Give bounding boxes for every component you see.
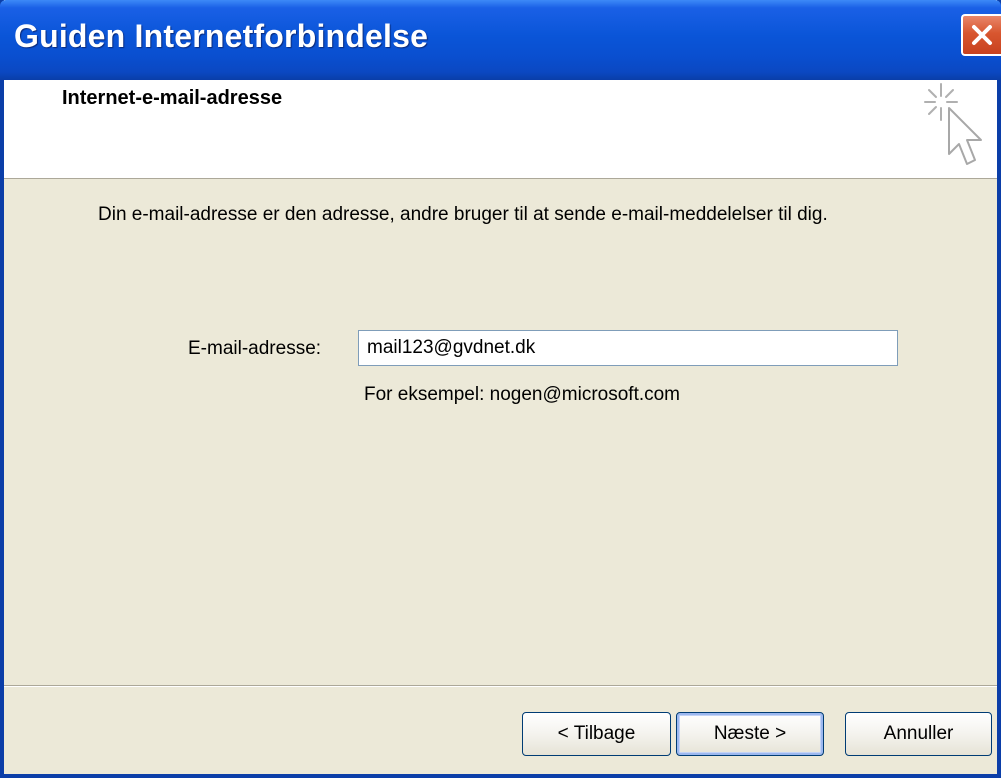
header-panel: Internet-e-mail-adresse [4,80,997,179]
cancel-button[interactable]: Annuller [845,712,992,756]
divider [4,685,997,687]
title-bar[interactable]: Guiden Internetforbindelse [0,0,1001,80]
email-field[interactable] [358,330,898,366]
next-button[interactable]: Næste > [676,712,824,756]
wizard-cursor-icon [919,80,991,177]
page-title: Internet-e-mail-adresse [62,87,283,109]
description-text: Din e-mail-adresse er den adresse, andre… [98,204,828,225]
back-button[interactable]: < Tilbage [522,712,671,756]
close-button[interactable] [961,14,1001,56]
close-icon [970,23,994,47]
example-text: For eksempel: nogen@microsoft.com [364,384,681,405]
wizard-window: Guiden Internetforbindelse Internet-e-ma… [0,0,1001,778]
window-title: Guiden Internetforbindelse [14,18,429,54]
email-label: E-mail-adresse: [188,338,322,359]
